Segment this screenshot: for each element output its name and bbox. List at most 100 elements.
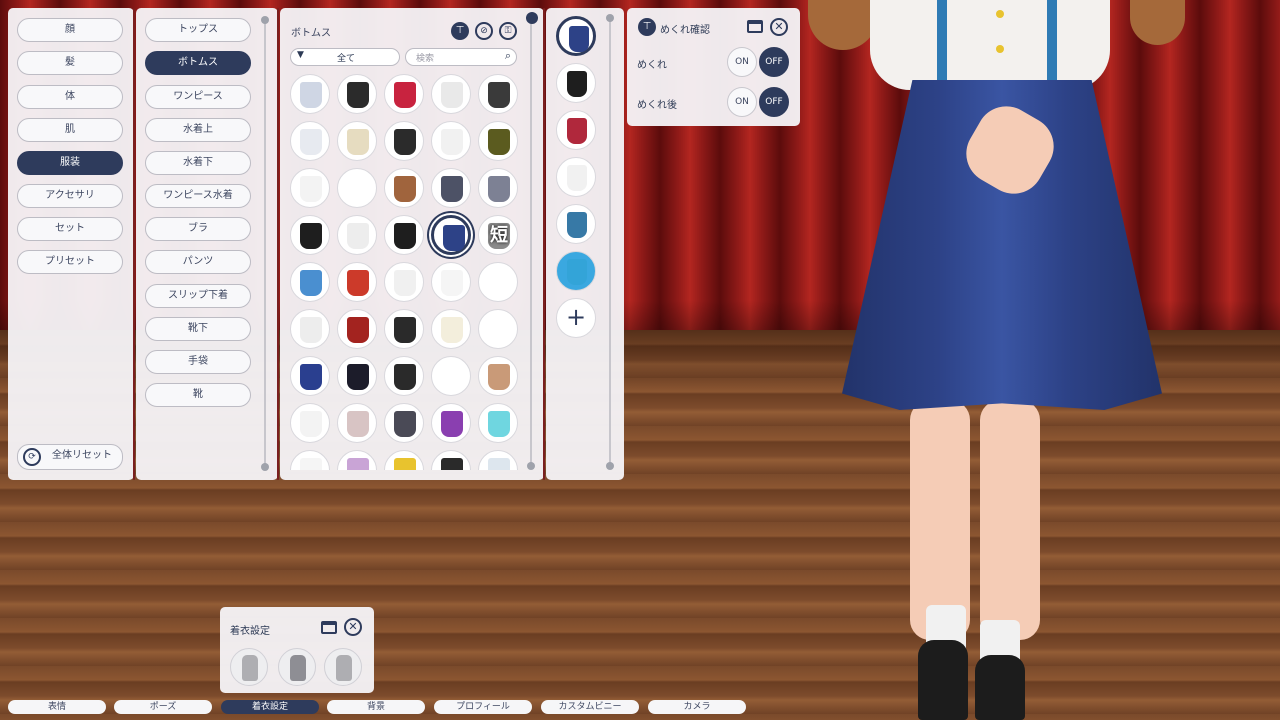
item-thumbnail[interactable] bbox=[337, 403, 377, 443]
tab-custom-view[interactable]: カスタムビニー bbox=[541, 700, 639, 714]
close-icon[interactable]: ✕ bbox=[770, 18, 788, 36]
item-thumbnail[interactable] bbox=[478, 74, 518, 114]
variant-scrollbar[interactable] bbox=[609, 16, 611, 468]
item-thumbnail[interactable] bbox=[290, 74, 330, 114]
item-thumbnail[interactable] bbox=[478, 262, 518, 302]
add-variant-button[interactable]: + bbox=[556, 298, 596, 338]
item-thumbnail[interactable] bbox=[337, 121, 377, 161]
color-variant[interactable] bbox=[556, 204, 596, 244]
search-field[interactable]: 検索 ⌕ bbox=[405, 48, 517, 66]
item-thumbnail[interactable] bbox=[290, 262, 330, 302]
item-thumbnail[interactable] bbox=[431, 74, 471, 114]
tab-pose[interactable]: ポーズ bbox=[114, 700, 212, 714]
color-variant[interactable] bbox=[556, 16, 596, 56]
item-thumbnail[interactable] bbox=[384, 356, 424, 396]
category-hair[interactable]: 髪 bbox=[17, 51, 123, 75]
tab-background[interactable]: 背景 bbox=[327, 700, 425, 714]
item-thumbnail[interactable] bbox=[337, 309, 377, 349]
tab-camera[interactable]: カメラ bbox=[648, 700, 746, 714]
dress-none-button[interactable] bbox=[324, 648, 362, 686]
item-thumbnail[interactable]: 短 bbox=[478, 215, 518, 255]
color-variant[interactable] bbox=[556, 110, 596, 150]
item-thumbnail[interactable] bbox=[431, 403, 471, 443]
item-thumbnail[interactable] bbox=[290, 121, 330, 161]
subcategory-tops[interactable]: トップス bbox=[145, 18, 251, 42]
item-thumbnail[interactable] bbox=[431, 356, 471, 396]
item-thumbnail[interactable] bbox=[337, 356, 377, 396]
subcategory-onepiece[interactable]: ワンピース bbox=[145, 85, 251, 109]
item-thumbnail[interactable] bbox=[478, 121, 518, 161]
hanger-icon[interactable]: ⊤ bbox=[451, 22, 469, 40]
item-thumbnail[interactable] bbox=[337, 168, 377, 208]
item-thumbnail[interactable] bbox=[384, 309, 424, 349]
item-thumbnail[interactable] bbox=[384, 215, 424, 255]
item-thumbnail[interactable] bbox=[478, 403, 518, 443]
filter-dropdown[interactable]: ▼ 全て bbox=[290, 48, 400, 66]
subcategory-bra[interactable]: ブラ bbox=[145, 217, 251, 241]
ban-icon[interactable]: ⊘ bbox=[475, 22, 493, 40]
category-accessory[interactable]: アクセサリ bbox=[17, 184, 123, 208]
tab-profile[interactable]: プロフィール bbox=[434, 700, 532, 714]
subcategory-onepiece-swim[interactable]: ワンピース水着 bbox=[145, 184, 251, 208]
dress-full-button[interactable] bbox=[230, 648, 268, 686]
item-thumbnail[interactable] bbox=[431, 121, 471, 161]
item-thumbnail[interactable] bbox=[290, 309, 330, 349]
item-thumbnail[interactable] bbox=[384, 74, 424, 114]
item-thumbnail[interactable] bbox=[478, 309, 518, 349]
tab-expression[interactable]: 表情 bbox=[8, 700, 106, 714]
window-icon[interactable] bbox=[747, 20, 763, 33]
close-icon[interactable]: ✕ bbox=[344, 618, 362, 636]
item-thumbnail[interactable] bbox=[478, 168, 518, 208]
item-thumbnail[interactable] bbox=[290, 403, 330, 443]
scroll-knob[interactable] bbox=[606, 14, 614, 22]
color-variant[interactable] bbox=[556, 157, 596, 197]
item-thumbnail[interactable] bbox=[384, 121, 424, 161]
subcategory-scrollbar[interactable] bbox=[264, 18, 266, 470]
item-thumbnail[interactable] bbox=[290, 168, 330, 208]
category-skin[interactable]: 肌 bbox=[17, 118, 123, 142]
item-thumbnail[interactable] bbox=[337, 262, 377, 302]
flip-on-toggle[interactable]: ON bbox=[727, 47, 757, 77]
item-thumbnail[interactable] bbox=[431, 309, 471, 349]
item-thumbnail[interactable] bbox=[431, 168, 471, 208]
scroll-knob[interactable] bbox=[526, 12, 538, 24]
item-thumbnail[interactable] bbox=[384, 262, 424, 302]
item-thumbnail[interactable] bbox=[290, 450, 330, 470]
item-thumbnail[interactable] bbox=[384, 403, 424, 443]
subcategory-gloves[interactable]: 手袋 bbox=[145, 350, 251, 374]
subcategory-swim-bottom[interactable]: 水着下 bbox=[145, 151, 251, 175]
item-thumbnail[interactable] bbox=[431, 262, 471, 302]
item-thumbnail[interactable] bbox=[337, 74, 377, 114]
flip-after-on-toggle[interactable]: ON bbox=[727, 87, 757, 117]
category-set[interactable]: セット bbox=[17, 217, 123, 241]
color-variant[interactable] bbox=[556, 63, 596, 103]
item-thumbnail[interactable] bbox=[384, 450, 424, 470]
category-body[interactable]: 体 bbox=[17, 85, 123, 109]
flip-off-toggle[interactable]: OFF bbox=[759, 47, 789, 77]
item-thumbnail[interactable] bbox=[337, 215, 377, 255]
window-icon[interactable] bbox=[321, 621, 337, 634]
item-thumbnail[interactable] bbox=[478, 356, 518, 396]
lock-icon[interactable]: ⚿ bbox=[499, 22, 517, 40]
tab-dress-settings[interactable]: 着衣設定 bbox=[221, 700, 319, 714]
scroll-knob[interactable] bbox=[606, 462, 614, 470]
category-preset[interactable]: プリセット bbox=[17, 250, 123, 274]
subcategory-bottoms[interactable]: ボトムス bbox=[145, 51, 251, 75]
item-thumbnail[interactable] bbox=[478, 450, 518, 470]
subcategory-socks[interactable]: 靴下 bbox=[145, 317, 251, 341]
item-thumbnail[interactable] bbox=[290, 356, 330, 396]
item-thumbnail[interactable] bbox=[431, 450, 471, 470]
subcategory-slip[interactable]: スリップ下着 bbox=[145, 284, 251, 308]
category-face[interactable]: 顔 bbox=[17, 18, 123, 42]
item-thumbnail[interactable] bbox=[337, 450, 377, 470]
subcategory-shoes[interactable]: 靴 bbox=[145, 383, 251, 407]
subcategory-panties[interactable]: パンツ bbox=[145, 250, 251, 274]
color-variant[interactable] bbox=[556, 251, 596, 291]
subcategory-swim-top[interactable]: 水着上 bbox=[145, 118, 251, 142]
scroll-knob[interactable] bbox=[261, 16, 269, 24]
scroll-knob[interactable] bbox=[527, 462, 535, 470]
flip-after-off-toggle[interactable]: OFF bbox=[759, 87, 789, 117]
dress-half-button[interactable] bbox=[278, 648, 316, 686]
item-thumbnail[interactable] bbox=[384, 168, 424, 208]
item-thumbnail[interactable] bbox=[431, 215, 471, 255]
